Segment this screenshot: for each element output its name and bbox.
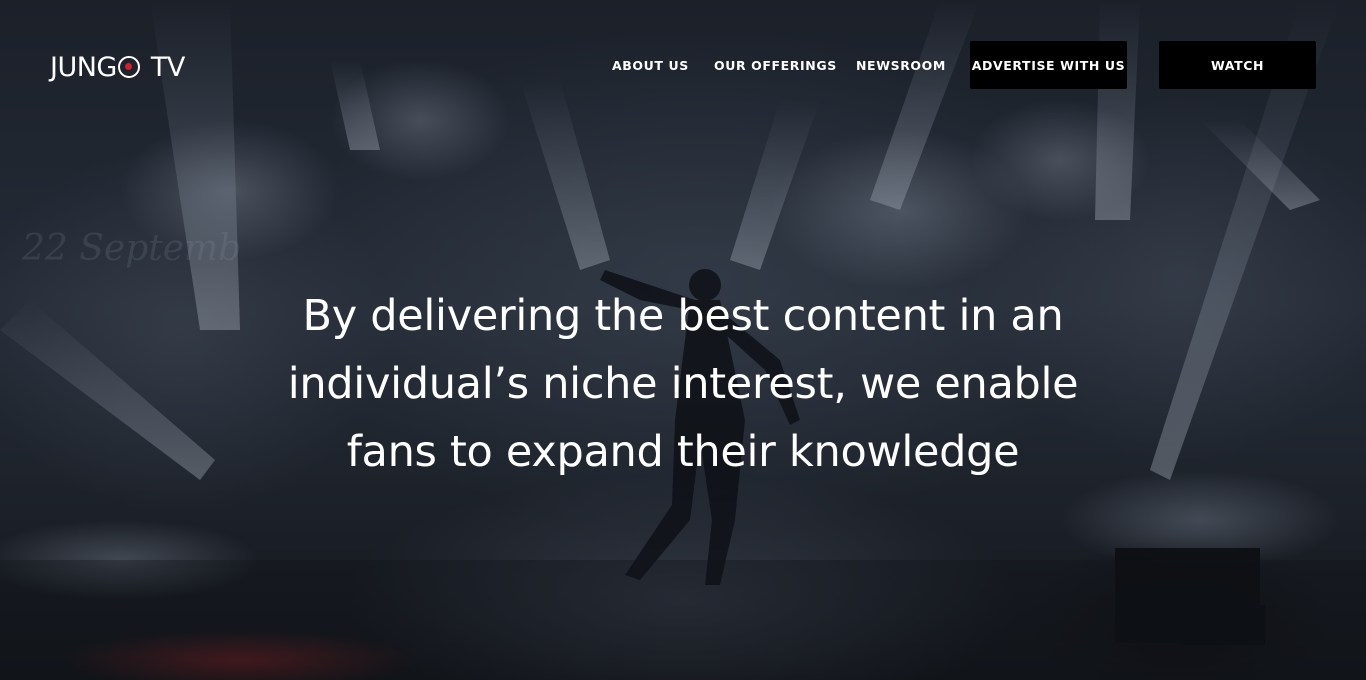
nav-our-offerings[interactable]: OUR OFFERINGS xyxy=(714,58,837,73)
nav-about-us[interactable]: ABOUT US xyxy=(612,58,689,73)
hero-headline: By delivering the best content in an ind… xyxy=(233,282,1133,486)
logo-record-icon xyxy=(117,56,140,78)
logo-text-tv: TV xyxy=(150,51,185,83)
stage-red-glow xyxy=(60,630,420,680)
nav-newsroom[interactable]: NEWSROOM xyxy=(856,58,946,73)
hero-line: By delivering the best content in an xyxy=(302,291,1064,341)
advertise-with-us-button[interactable]: ADVERTISE WITH US xyxy=(970,41,1127,89)
hero-line: individual’s niche interest, we enable xyxy=(287,359,1079,409)
jungo-tv-logo[interactable]: JUNG TV xyxy=(50,50,185,84)
hero-line: fans to expand their knowledge xyxy=(346,427,1020,477)
hero-background: 22 Septemb JUNG TV ABOUT US OUR OFFERINGS… xyxy=(0,0,1366,680)
background-date-watermark: 22 Septemb xyxy=(22,228,242,269)
site-header: JUNG TV ABOUT US OUR OFFERINGS NEWSROOM A… xyxy=(0,0,1366,130)
logo-text-jung: JUNG xyxy=(50,51,117,83)
watch-button[interactable]: WATCH xyxy=(1159,41,1316,89)
